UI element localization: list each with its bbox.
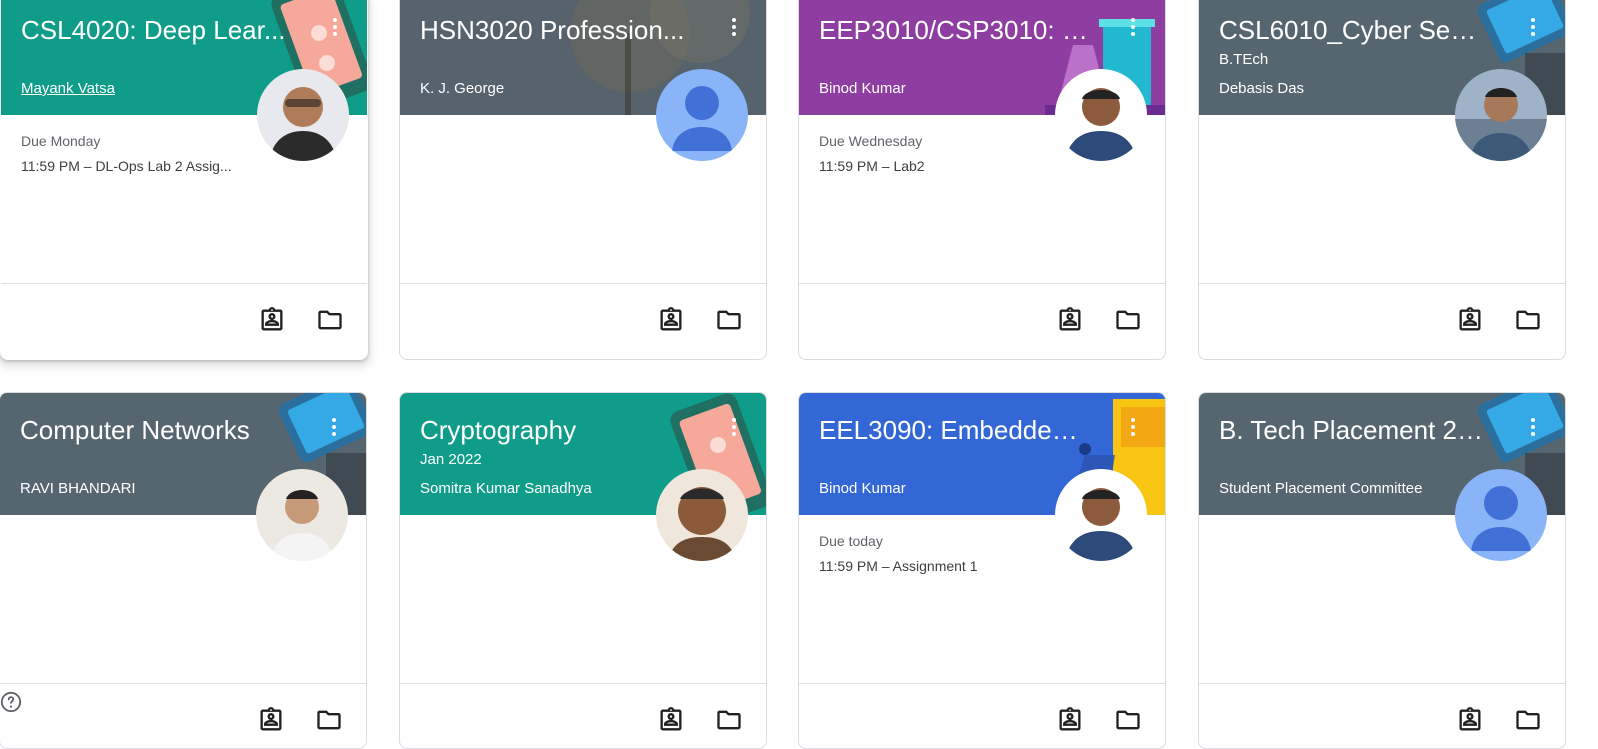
class-card[interactable]: EEL3090: Embedded ... Binod Kumar Due to… [798,392,1166,749]
card-footer [400,683,766,748]
class-card[interactable]: CSL4020: Deep Lear... Mayank Vatsa Due M… [0,0,368,360]
teacher-name: Binod Kumar [819,480,906,497]
class-title[interactable]: EEL3090: Embedded ... [819,411,1089,449]
class-title[interactable]: CSL4020: Deep Lear... [21,11,291,49]
folder-icon[interactable] [1113,706,1143,734]
teacher-name: Binod Kumar [819,80,906,97]
class-card[interactable]: CSL6010_Cyber Secu... B.TEch Debasis Das [1198,0,1566,360]
class-title[interactable]: EEP3010/CSP3010: Di... [819,11,1089,49]
due-label: Due today [819,533,883,549]
teacher-avatar [656,469,748,561]
class-title[interactable]: Cryptography [420,411,690,449]
teacher-avatar [256,469,348,561]
more-vert-icon[interactable] [1525,415,1541,443]
card-footer [1199,683,1565,748]
class-title[interactable]: B. Tech Placement 20... [1219,411,1489,449]
class-card[interactable]: B. Tech Placement 20... Student Placemen… [1198,392,1566,749]
teacher-avatar [1055,69,1147,161]
card-footer [799,283,1165,359]
class-card[interactable]: Cryptography Jan 2022 Somitra Kumar Sana… [399,392,767,749]
class-section: Jan 2022 [420,451,482,468]
help-icon[interactable] [0,691,22,713]
folder-icon[interactable] [1113,306,1143,334]
card-footer [799,683,1165,748]
class-title[interactable]: HSN3020 Profession... [420,11,690,49]
assignment-ind-icon[interactable] [656,706,686,734]
assignment-ind-icon[interactable] [257,306,287,334]
more-vert-icon[interactable] [1125,415,1141,443]
teacher-name: Student Placement Committee [1219,480,1423,497]
assignment-ind-icon[interactable] [1455,706,1485,734]
more-vert-icon[interactable] [326,415,342,443]
due-assignment-link[interactable]: 11:59 PM – Lab2 [819,158,925,174]
teacher-name: K. J. George [420,80,505,97]
class-title[interactable]: Computer Networks [20,411,290,449]
teacher-avatar [257,69,349,161]
more-vert-icon[interactable] [726,415,742,443]
due-assignment-link[interactable]: 11:59 PM – Assignment 1 [819,558,978,574]
assignment-ind-icon[interactable] [256,706,286,734]
folder-icon[interactable] [1513,706,1543,734]
assignment-ind-icon[interactable] [1055,706,1085,734]
more-vert-icon[interactable] [1525,15,1541,43]
folder-icon[interactable] [314,706,344,734]
teacher-avatar [1055,469,1147,561]
more-vert-icon[interactable] [1125,15,1141,43]
assignment-ind-icon[interactable] [1055,306,1085,334]
due-assignment-link[interactable]: 11:59 PM – DL-Ops Lab 2 Assig... [21,158,232,174]
teacher-name: Debasis Das [1219,80,1305,97]
class-section: B.TEch [1219,51,1269,68]
default-avatar-icon [656,69,748,161]
assignment-ind-icon[interactable] [1455,306,1485,334]
default-avatar-icon [1455,469,1547,561]
folder-icon[interactable] [714,306,744,334]
more-vert-icon[interactable] [327,15,343,43]
class-title[interactable]: CSL6010_Cyber Secu... [1219,11,1489,49]
class-card[interactable]: Computer Networks RAVI BHANDARI [0,392,367,749]
teacher-name[interactable]: Mayank Vatsa [21,80,115,97]
more-vert-icon[interactable] [726,15,742,43]
card-footer [400,283,766,359]
assignment-ind-icon[interactable] [656,306,686,334]
teacher-name: RAVI BHANDARI [20,480,136,497]
due-label: Due Wednesday [819,133,923,149]
folder-icon[interactable] [714,706,744,734]
class-card[interactable]: EEP3010/CSP3010: Di... Binod Kumar Due W… [798,0,1166,360]
class-card[interactable]: HSN3020 Profession... K. J. George [399,0,767,360]
teacher-avatar [1455,69,1547,161]
teacher-name: Somitra Kumar Sanadhya [420,480,592,497]
due-label: Due Monday [21,133,101,149]
card-footer [1,283,367,359]
folder-icon[interactable] [1513,306,1543,334]
folder-icon[interactable] [315,306,345,334]
card-footer [1199,283,1565,359]
card-footer [0,683,366,748]
